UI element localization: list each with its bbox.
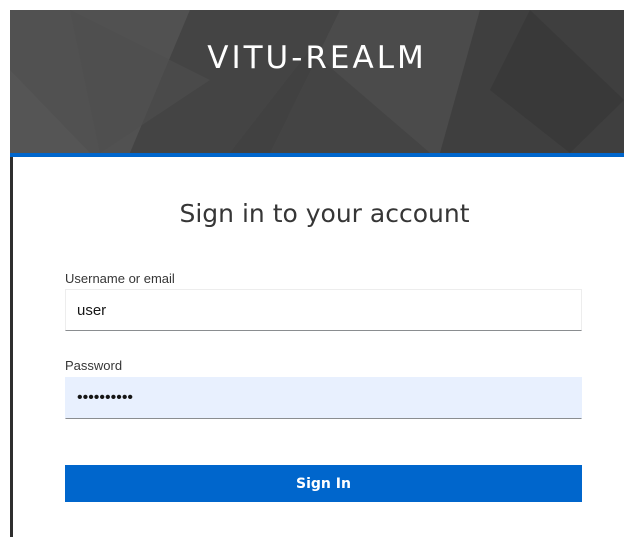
realm-header: VITU-REALM	[10, 10, 624, 153]
header-background-pattern	[10, 10, 624, 153]
realm-title: VITU-REALM	[207, 40, 427, 76]
login-page: VITU-REALM Sign in to your account Usern…	[0, 0, 624, 537]
password-label: Password	[65, 358, 123, 373]
username-input[interactable]	[65, 289, 582, 331]
username-label: Username or email	[65, 271, 175, 286]
page-title: Sign in to your account	[179, 199, 470, 228]
login-card: Sign in to your account Username or emai…	[13, 157, 624, 537]
sign-in-button[interactable]: Sign In	[65, 465, 582, 502]
password-input[interactable]	[65, 377, 582, 419]
